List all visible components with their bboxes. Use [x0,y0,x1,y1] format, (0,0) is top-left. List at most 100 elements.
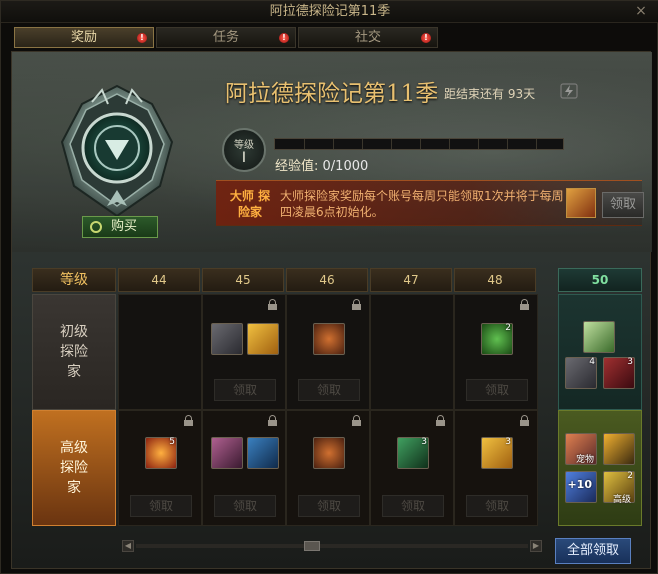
lock-icon [520,415,529,426]
claim-button[interactable]: 领取 [130,495,192,517]
lock-icon [436,415,445,426]
sun-orb-icon[interactable]: 5 [145,437,177,469]
reward-cell: 3 领取 [370,410,454,526]
pink-box-icon[interactable] [211,437,243,469]
gold-ticket-icon[interactable]: 2 高级 [603,471,635,505]
scroll-thumb[interactable] [304,541,320,551]
tab-bar: 奖励 ! 任务 ! 社交 ! [14,27,440,49]
item-caption: 宠物 [575,455,594,465]
dark-orb-icon[interactable] [603,433,635,465]
row-label-basic: 初级 探险家 [32,294,116,410]
reward-cell: 领取 [286,410,370,526]
claim-button[interactable]: 领取 [298,495,360,517]
master-title: 大师 探险家 [229,189,271,219]
blue-scroll-icon[interactable] [247,437,279,469]
lock-icon [520,299,529,310]
item-quantity: 3 [627,357,633,367]
level-badge: 等级 I [222,128,266,172]
pouch-icon[interactable] [313,437,345,469]
xp-progress-bar [274,138,564,150]
season-window: 阿拉德探险记第11季 × 奖励 ! 任务 ! 社交 ! 购买 阿拉德探险记第11… [0,0,658,574]
window-title: 阿拉德探险记第11季 [1,1,658,23]
claim-button[interactable]: 领取 [382,495,444,517]
red-crystal-icon[interactable]: 3 [603,357,635,389]
header-level-label: 等级 [32,268,116,292]
header-level-final: 50 [558,268,642,292]
item-quantity: 4 [589,357,595,367]
lock-icon [268,299,277,310]
level-value: I [241,150,247,166]
reward-cell: 领取 [202,410,286,526]
gold-chest-icon[interactable]: 3 [481,437,513,469]
buy-label: 购买 [111,219,138,234]
box-icon[interactable]: 4 [565,357,597,389]
tab-rewards[interactable]: 奖励 ! [14,27,154,48]
scroll-left-icon[interactable]: ◀ [122,540,134,552]
rewards-panel: 购买 阿拉德探险记第11季 距结束还有 93天 等级 I 经验值: 0/1000… [11,51,652,569]
xp-label: 经验值: [275,159,319,174]
reward-grid: 等级 44 45 46 47 48 50 初级 探险家 高级 探险家 领取 领取… [32,268,642,530]
item-quantity: 2 [505,323,511,333]
item-quantity: 3 [505,437,511,447]
master-claim-button[interactable]: 领取 [602,192,644,218]
tab-label: 社交 [354,30,381,45]
ticket-icon[interactable]: 3 [397,437,429,469]
green-gem-icon[interactable]: 2 [481,323,513,355]
tab-label: 任务 [212,30,239,45]
item-quantity: 2 [627,471,633,481]
header-level: 47 [370,268,452,292]
alert-icon: ! [137,33,147,43]
claim-button[interactable]: 领取 [298,379,360,401]
final-reward-basic: 4 3 [558,294,642,410]
coin-icon [90,221,102,233]
claim-button[interactable]: 领取 [214,495,276,517]
grid-header: 等级 44 45 46 47 48 50 [32,268,642,292]
scroll-track[interactable] [136,544,528,548]
reward-cell: 领取 [202,294,286,410]
season-remaining: 距结束还有 93天 [444,87,536,101]
tab-social[interactable]: 社交 ! [298,27,438,48]
master-reward-icon[interactable] [566,188,596,218]
claim-button[interactable]: 领取 [466,495,528,517]
claim-button[interactable]: 领取 [466,379,528,401]
reward-cell [370,294,454,410]
lock-icon [352,415,361,426]
header-level: 44 [118,268,200,292]
horizontal-scrollbar[interactable]: ◀ ▶ [122,540,542,552]
lock-icon [352,299,361,310]
claim-button[interactable]: 领取 [214,379,276,401]
pouch-icon[interactable] [313,323,345,355]
lock-icon [184,415,193,426]
lock-icon [268,415,277,426]
portal-icon[interactable]: 宠物 [565,433,597,465]
master-description: 大师探险家奖励每个账号每周只能领取1次并将于每周四凌晨6点初始化。 [280,189,564,219]
item-caption: 高级 [612,495,631,505]
row-label-text: 初级 探险家 [60,324,88,380]
season-title: 阿拉德探险记第11季 [225,81,439,107]
row-label-advanced: 高级 探险家 [32,410,116,526]
reward-cell: 5 领取 [118,410,202,526]
row-label-text: 高级 探险家 [60,440,88,496]
cube-icon[interactable] [583,321,615,353]
reward-cell: 3 领取 [454,410,538,526]
alert-icon: ! [279,33,289,43]
close-icon[interactable]: × [633,3,649,19]
level-label: 等级 [234,140,254,151]
plus10-icon[interactable]: +10 [565,471,597,503]
box-icon[interactable] [211,323,243,355]
item-quantity: 3 [421,437,427,447]
final-reward-advanced: 宠物 +10 2 高级 [558,410,642,526]
alert-icon: ! [421,33,431,43]
lightning-icon [560,83,578,99]
xp-value: 0/1000 [322,159,369,174]
tab-missions[interactable]: 任务 ! [156,27,296,48]
reward-cell: 2 领取 [454,294,538,410]
header-level: 46 [286,268,368,292]
claim-all-button[interactable]: 全部领取 [555,538,631,564]
buy-button[interactable]: 购买 [82,216,158,238]
tab-label: 奖励 [70,30,97,45]
gold-chest-icon[interactable] [247,323,279,355]
item-quantity: 5 [169,437,175,447]
season-emblem-icon [60,84,174,218]
scroll-right-icon[interactable]: ▶ [530,540,542,552]
